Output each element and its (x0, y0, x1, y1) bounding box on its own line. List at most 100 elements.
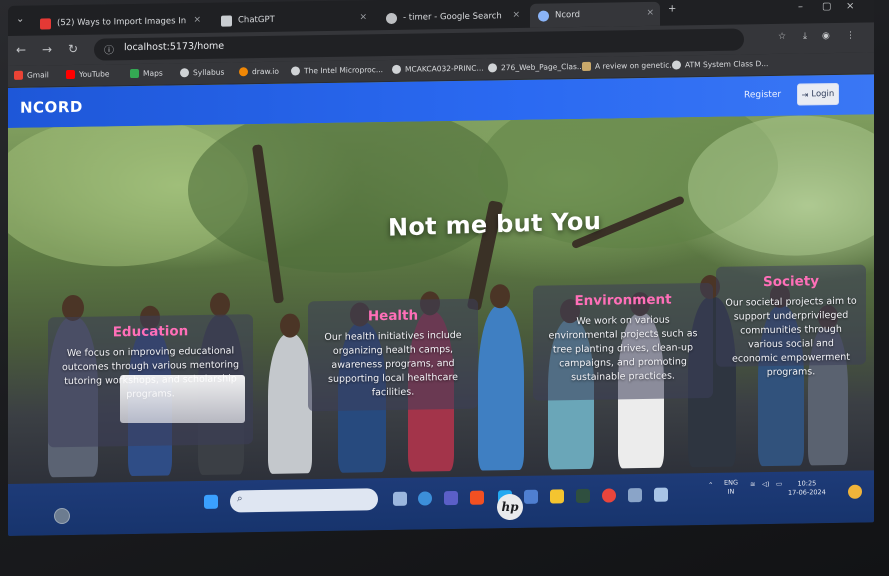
tab-close-icon[interactable]: × (512, 10, 520, 20)
chrome-icon[interactable] (602, 488, 616, 503)
bookmark-star-icon[interactable]: ☆ (778, 32, 786, 42)
app-icon[interactable] (576, 488, 590, 504)
laptop-webcam-sticker (54, 508, 70, 524)
globe-icon (672, 60, 681, 70)
forward-arrow-icon[interactable]: → (42, 42, 52, 56)
notification-icon[interactable] (848, 484, 862, 499)
tab-google-search[interactable]: - timer - Google Search × (378, 4, 526, 30)
bookmark-label: Maps (143, 68, 163, 78)
bookmark-syllabus[interactable]: Syllabus (180, 68, 224, 78)
gmail-icon (14, 70, 23, 80)
bookmark-label: The Intel Microproc... (304, 65, 384, 76)
reload-icon[interactable]: ↻ (68, 42, 78, 56)
bookmark-maps[interactable]: Maps (130, 69, 163, 79)
maximize-button[interactable]: ▢ (822, 1, 831, 12)
bookmark-label: YouTube (79, 69, 110, 79)
web-page: NCORD Register ⇥ Login Not me but You Ed… (8, 74, 874, 488)
file-explorer-icon[interactable] (550, 489, 564, 504)
youtube-icon (40, 17, 51, 29)
bookmark-label: draw.io (252, 66, 279, 77)
login-label: Login (811, 89, 835, 100)
tab-ncord[interactable]: Ncord × (530, 1, 660, 28)
site-brand[interactable]: NCORD (20, 98, 83, 117)
bookmark-label: MCAKCA032-PRINC... (405, 63, 484, 74)
site-info-icon[interactable]: ⓘ (104, 41, 114, 56)
bookmark-atm[interactable]: ATM System Class D... (672, 59, 768, 70)
card-title: Education (112, 323, 189, 341)
download-icon[interactable]: ⤓ (803, 31, 807, 41)
login-icon: ⇥ (801, 89, 809, 100)
bookmark-intel[interactable]: The Intel Microproc... (291, 65, 384, 76)
tab-youtube[interactable]: (52) Ways to Import Images In × (32, 9, 207, 36)
app-icon[interactable] (654, 487, 668, 502)
taskbar-clock[interactable]: 10:25 17-06-2024 (788, 479, 826, 498)
bookmark-label: A review on genetic... (595, 60, 677, 71)
google-icon (386, 12, 397, 24)
tab-label: Ncord (555, 10, 580, 21)
card-environment: Environment We work on various environme… (533, 282, 713, 401)
card-title: Environment (574, 291, 672, 310)
language-label: ENG (724, 478, 739, 487)
globe-icon (488, 63, 497, 73)
bookmark-label: Gmail (27, 70, 49, 80)
taskbar-search[interactable]: ⌕ (230, 488, 378, 513)
minimize-button[interactable]: – (798, 2, 803, 13)
card-title: Health (367, 307, 419, 325)
teams-icon[interactable] (444, 490, 458, 506)
tab-label: (52) Ways to Import Images In (57, 16, 187, 29)
tab-close-icon[interactable]: × (359, 12, 367, 22)
task-view-icon[interactable] (393, 491, 407, 506)
battery-icon[interactable]: ▭ (776, 480, 782, 488)
volume-icon[interactable]: ◁) (762, 480, 770, 488)
youtube-icon (66, 69, 75, 80)
close-window-button[interactable]: × (846, 1, 854, 12)
laptop-screen: ⌄ (52) Ways to Import Images In × ChatGP… (8, 0, 874, 536)
back-arrow-icon[interactable]: ← (16, 43, 26, 57)
tab-chatgpt[interactable]: ChatGPT × (213, 6, 373, 33)
clock-date: 17-06-2024 (788, 488, 826, 497)
tab-label: ChatGPT (238, 14, 275, 26)
document-icon (582, 61, 591, 71)
drawio-icon (239, 67, 248, 77)
windows-start-icon[interactable] (204, 494, 218, 509)
globe-icon (538, 10, 549, 22)
card-text: We work on various environmental project… (548, 314, 698, 384)
card-text: Our societal projects aim to support und… (725, 295, 857, 379)
screen-glare (120, 375, 245, 423)
tab-search-chevron-icon[interactable]: ⌄ (16, 14, 24, 25)
card-society: Society Our societal projects aim to sup… (716, 264, 866, 378)
bookmark-mcakca[interactable]: MCAKCA032-PRINC... (392, 64, 484, 74)
app-icon[interactable] (628, 488, 642, 503)
bookmark-label: Syllabus (193, 67, 225, 78)
bookmark-youtube[interactable]: YouTube (66, 69, 110, 80)
register-link[interactable]: Register (744, 90, 781, 101)
tab-close-icon[interactable]: × (646, 8, 654, 18)
tree-canopy (188, 114, 508, 276)
bookmark-label: 276_Web_Page_Clas... (501, 61, 585, 73)
card-title: Society (762, 273, 820, 291)
url-text[interactable]: localhost:5173/home (124, 41, 224, 54)
bookmark-drawio[interactable]: draw.io (239, 67, 279, 77)
ms-store-icon[interactable] (470, 490, 484, 505)
chatgpt-icon (221, 14, 232, 27)
wifi-icon[interactable]: ≋ (750, 480, 755, 488)
hero-section: Not me but You Education We focus on imp… (8, 114, 874, 488)
app-icon[interactable] (524, 489, 538, 504)
maps-icon (130, 68, 139, 79)
bookmark-label: ATM System Class D... (685, 59, 769, 70)
card-health: Health Our health initiatives include or… (308, 298, 478, 412)
bookmark-gmail[interactable]: Gmail (14, 70, 49, 80)
clock-time: 10:25 (797, 479, 817, 488)
tray-chevron-icon[interactable]: ⌃ (708, 481, 713, 489)
menu-kebab-icon[interactable]: ⋮ (846, 31, 855, 41)
bookmark-web-page[interactable]: 276_Web_Page_Clas... (488, 62, 584, 73)
tab-label: - timer - Google Search (403, 11, 502, 23)
tab-close-icon[interactable]: × (193, 15, 201, 25)
bookmark-genetic[interactable]: A review on genetic... (582, 60, 677, 71)
edge-icon[interactable] (418, 491, 432, 506)
language-indicator[interactable]: ENG IN (724, 479, 738, 497)
profile-icon[interactable]: ◉ (822, 31, 830, 41)
login-button[interactable]: ⇥ Login (797, 82, 839, 106)
new-tab-button[interactable]: + (668, 4, 676, 15)
hp-logo-icon: hp (497, 494, 523, 520)
